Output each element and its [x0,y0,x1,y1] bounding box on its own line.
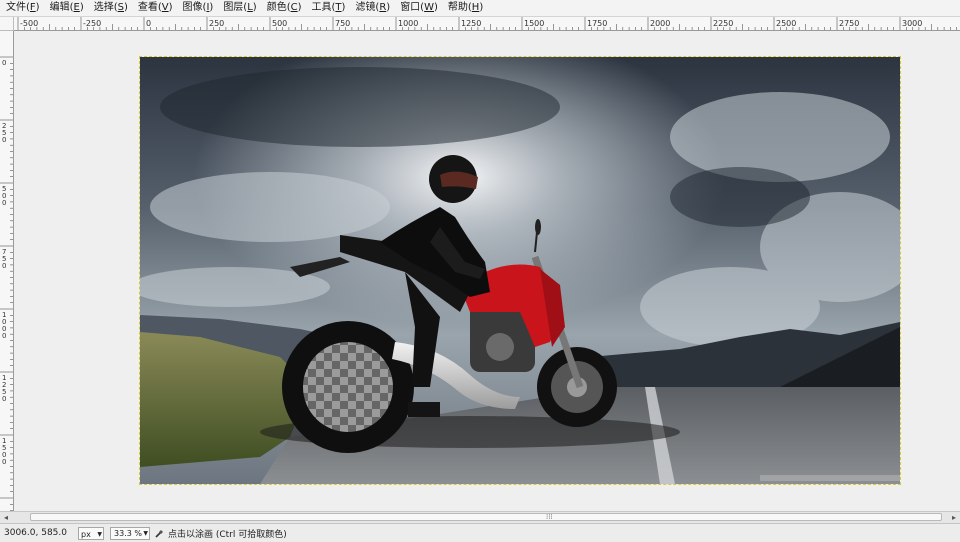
menu-item[interactable]: 帮助(H) [442,0,487,16]
pointer-coordinates: 3006.0, 585.0 [4,528,67,538]
ruler-label: -250 [83,19,101,28]
ruler-label: 1000 [398,19,418,28]
svg-text:0: 0 [2,199,6,207]
menu-item[interactable]: 文件(F) [0,0,44,16]
svg-text:0: 0 [2,332,6,340]
ruler-label: 2250 [713,19,733,28]
ruler-label: 1500 [2,437,6,466]
horizontal-ruler[interactable]: -500 -250 0 250 500 750 1000 1250 1500 1750 2000 22… [14,17,960,31]
unit-select[interactable]: px ▼ [78,526,104,540]
grip-icon: ⁞⁞⁞ [546,513,553,521]
ruler-label: 1000 [2,311,6,340]
menu-bar: 文件(F) 编辑(E) 选择(S) 查看(V) 图像(I) 图层(L) 颜色(C) 工具(T)… [0,0,960,17]
chevron-down-icon: ▼ [143,529,148,537]
ruler-label: 1250 [2,374,6,403]
svg-text:0: 0 [2,458,6,466]
ruler-label: 1750 [587,19,607,28]
menu-item[interactable]: 窗口(W) [394,0,442,16]
ruler-label: 750 [335,19,350,28]
svg-text:0: 0 [2,59,6,67]
menu-item[interactable]: 工具(T) [306,0,350,16]
svg-text:0: 0 [2,262,6,270]
motorcycle-photo[interactable] [140,57,900,484]
horizontal-scrollbar[interactable]: ◂ ⁞⁞⁞ ▸ [0,511,960,523]
menu-item[interactable]: 滤镜(R) [349,0,394,16]
menu-item[interactable]: 查看(V) [132,0,177,16]
ruler-label: 1500 [524,19,544,28]
menu-item[interactable]: 编辑(E) [44,0,88,16]
color-picker-icon [155,530,163,538]
menu-item[interactable]: 选择(S) [88,0,132,16]
ruler-label: 250 [209,19,224,28]
ruler-label: -500 [20,19,38,28]
zoom-value: 33.3 % [114,528,142,538]
unit-value: px [81,529,91,539]
ruler-label: 500 [2,185,6,207]
scrollbar-thumb[interactable]: ⁞⁞⁞ [30,513,942,521]
svg-text:0: 0 [2,136,6,144]
ruler-label: 0 [2,59,6,67]
ruler-label: 250 [2,122,6,144]
vertical-ruler[interactable]: 0250500750100012501500 [0,31,14,511]
chevron-down-icon: ▼ [97,530,102,538]
ruler-label: 0 [146,19,151,28]
scroll-right-icon[interactable]: ▸ [948,512,960,523]
ruler-label: 500 [272,19,287,28]
menu-item[interactable]: 颜色(C) [261,0,306,16]
ruler-label: 2000 [650,19,670,28]
ruler-label: 750 [2,248,6,270]
menu-item[interactable]: 图层(L) [217,0,260,16]
image-canvas[interactable] [139,56,901,485]
canvas-area[interactable] [14,31,960,511]
status-message: 点击以涂画 (Ctrl 可拾取颜色) [168,529,287,540]
ruler-label: 2750 [839,19,859,28]
ruler-corner[interactable] [0,17,14,31]
menu-item[interactable]: 图像(I) [177,0,218,16]
zoom-select[interactable]: 33.3 % ▼ [110,526,150,540]
ruler-label: 1250 [461,19,481,28]
svg-text:0: 0 [2,395,6,403]
ruler-label: 3000 [902,19,922,28]
ruler-label: 2500 [776,19,796,28]
status-bar: 3006.0, 585.0 px ▼ 33.3 % ▼ 点击以涂画 (Ctrl … [0,523,960,542]
scroll-left-icon[interactable]: ◂ [0,512,12,523]
